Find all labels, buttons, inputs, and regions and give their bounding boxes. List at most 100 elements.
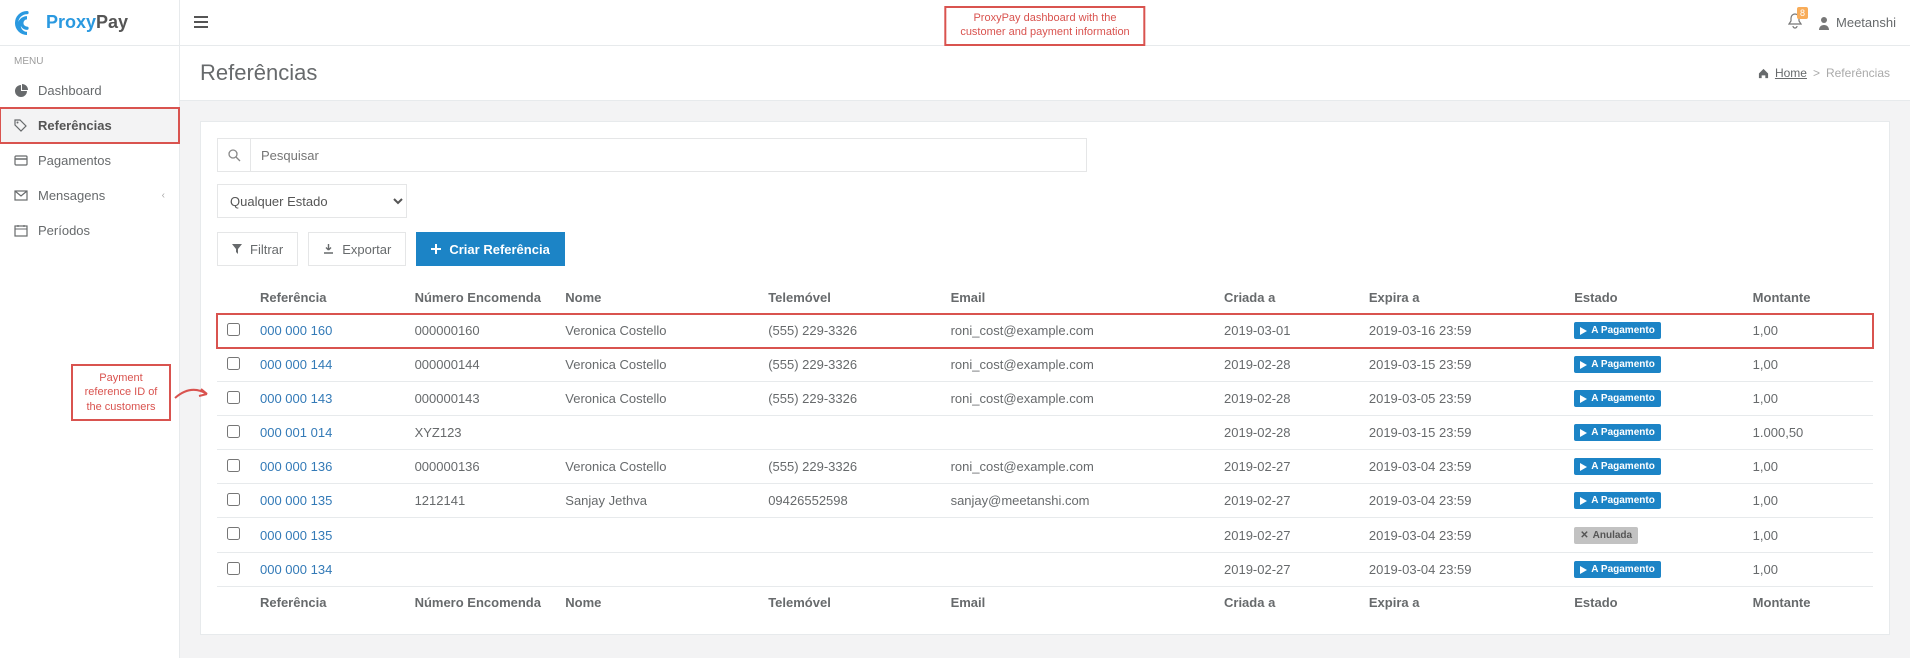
notifications-button[interactable]: 8 xyxy=(1788,13,1802,32)
export-button[interactable]: Exportar xyxy=(308,232,406,266)
cell-phone: 09426552598 xyxy=(758,484,940,518)
references-table: Referência Número Encomenda Nome Telemóv… xyxy=(217,282,1873,618)
cell-order xyxy=(405,518,556,553)
cell-phone xyxy=(758,518,940,553)
col-phone[interactable]: Telemóvel xyxy=(758,282,940,314)
cell-created: 2019-02-28 xyxy=(1214,416,1359,450)
content-panel: Payment reference ID of the customers xyxy=(200,121,1890,635)
cell-status: A Pagamento xyxy=(1564,484,1742,518)
sidebar-item-pagamentos[interactable]: Pagamentos xyxy=(0,143,179,178)
sidebar-item-dashboard[interactable]: Dashboard xyxy=(0,73,179,108)
cell-order: 000000160 xyxy=(405,314,556,348)
sidebar: ProxyPay MENU DashboardReferênciasPagame… xyxy=(0,0,180,658)
row-checkbox[interactable] xyxy=(227,459,240,472)
annotation-side: Payment reference ID of the customers xyxy=(71,364,171,421)
calendar-icon xyxy=(14,224,28,238)
sidebar-item-mensagens[interactable]: Mensagens‹ xyxy=(0,178,179,213)
state-filter-select[interactable]: Qualquer Estado xyxy=(217,184,407,218)
reference-link[interactable]: 000 000 143 xyxy=(260,391,332,406)
nav-list: DashboardReferências Pagamentos Mensagens‹… xyxy=(0,73,179,248)
reference-link[interactable]: 000 000 144 xyxy=(260,357,332,372)
col-created[interactable]: Criada a xyxy=(1214,282,1359,314)
cell-created: 2019-03-01 xyxy=(1214,314,1359,348)
status-badge[interactable]: ✕ Anulada xyxy=(1574,527,1638,544)
user-name: Meetanshi xyxy=(1836,15,1896,30)
cell-expires: 2019-03-04 23:59 xyxy=(1359,518,1564,553)
cell-status: A Pagamento xyxy=(1564,450,1742,484)
status-badge[interactable]: A Pagamento xyxy=(1574,390,1661,407)
status-badge[interactable]: A Pagamento xyxy=(1574,322,1661,339)
notifications-badge: 8 xyxy=(1797,7,1808,19)
row-checkbox[interactable] xyxy=(227,323,240,336)
cell-amount: 1,00 xyxy=(1743,518,1873,553)
create-reference-button[interactable]: Criar Referência xyxy=(416,232,564,266)
table-row: 000 001 014XYZ1232019-02-282019-03-15 23… xyxy=(217,416,1873,450)
cell-email: roni_cost@example.com xyxy=(941,314,1214,348)
sidebar-item-referencias[interactable]: Referências xyxy=(0,108,179,143)
reference-link[interactable]: 000 000 134 xyxy=(260,562,332,577)
cell-created: 2019-02-27 xyxy=(1214,484,1359,518)
reference-link[interactable]: 000 000 135 xyxy=(260,528,332,543)
sidebar-item-periodos[interactable]: Períodos xyxy=(0,213,179,248)
cell-created: 2019-02-28 xyxy=(1214,348,1359,382)
status-badge[interactable]: A Pagamento xyxy=(1574,424,1661,441)
brand-logo[interactable]: ProxyPay xyxy=(0,0,179,46)
search-input[interactable] xyxy=(251,138,1087,172)
reference-link[interactable]: 000 000 160 xyxy=(260,323,332,338)
play-icon xyxy=(1580,566,1587,574)
cell-created: 2019-02-27 xyxy=(1214,553,1359,587)
cell-phone: (555) 229-3326 xyxy=(758,450,940,484)
col-email[interactable]: Email xyxy=(941,282,1214,314)
table-row: 000 000 160000000160Veronica Costello(55… xyxy=(217,314,1873,348)
cell-amount: 1.000,50 xyxy=(1743,416,1873,450)
sidebar-item-label: Pagamentos xyxy=(38,153,111,168)
cell-order: 000000143 xyxy=(405,382,556,416)
table-row: 000 000 1352019-02-272019-03-04 23:59✕ A… xyxy=(217,518,1873,553)
row-checkbox[interactable] xyxy=(227,493,240,506)
row-checkbox[interactable] xyxy=(227,391,240,404)
reference-link[interactable]: 000 000 135 xyxy=(260,493,332,508)
col-status[interactable]: Estado xyxy=(1564,282,1742,314)
home-icon xyxy=(1758,68,1769,79)
status-badge[interactable]: A Pagamento xyxy=(1574,492,1661,509)
cell-phone: (555) 229-3326 xyxy=(758,348,940,382)
page-header: Referências Home > Referências xyxy=(180,46,1910,101)
col-amount[interactable]: Montante xyxy=(1743,282,1873,314)
card-icon xyxy=(14,154,28,168)
reference-link[interactable]: 000 000 136 xyxy=(260,459,332,474)
row-checkbox[interactable] xyxy=(227,357,240,370)
chevron-left-icon: ‹ xyxy=(162,190,165,201)
col-order[interactable]: Número Encomenda xyxy=(405,282,556,314)
cell-amount: 1,00 xyxy=(1743,382,1873,416)
hamburger-icon[interactable] xyxy=(194,15,208,31)
reference-link[interactable]: 000 001 014 xyxy=(260,425,332,440)
cell-email xyxy=(941,553,1214,587)
status-badge[interactable]: A Pagamento xyxy=(1574,356,1661,373)
filter-button[interactable]: Filtrar xyxy=(217,232,298,266)
cell-order: XYZ123 xyxy=(405,416,556,450)
cell-email xyxy=(941,518,1214,553)
breadcrumb-home[interactable]: Home xyxy=(1775,66,1807,80)
cell-email: roni_cost@example.com xyxy=(941,348,1214,382)
play-icon xyxy=(1580,327,1587,335)
cell-expires: 2019-03-04 23:59 xyxy=(1359,450,1564,484)
logo-text: ProxyPay xyxy=(46,12,128,33)
col-ref[interactable]: Referência xyxy=(250,282,405,314)
status-badge[interactable]: A Pagamento xyxy=(1574,561,1661,578)
col-expires[interactable]: Expira a xyxy=(1359,282,1564,314)
row-checkbox[interactable] xyxy=(227,527,240,540)
user-menu[interactable]: Meetanshi xyxy=(1818,15,1896,30)
col-name[interactable]: Nome xyxy=(555,282,758,314)
sidebar-item-label: Períodos xyxy=(38,223,90,238)
table-row: 000 000 134 2019-02-272019-03-04 23:59 A … xyxy=(217,553,1873,587)
table-row: 000 000 144000000144Veronica Costello(55… xyxy=(217,348,1873,382)
status-badge[interactable]: A Pagamento xyxy=(1574,458,1661,475)
tags-icon xyxy=(14,119,28,133)
cell-expires: 2019-03-04 23:59 xyxy=(1359,553,1564,587)
cell-expires: 2019-03-04 23:59 xyxy=(1359,484,1564,518)
row-checkbox[interactable] xyxy=(227,425,240,438)
play-icon xyxy=(1580,361,1587,369)
cell-phone: (555) 229-3326 xyxy=(758,314,940,348)
cell-expires: 2019-03-15 23:59 xyxy=(1359,348,1564,382)
row-checkbox[interactable] xyxy=(227,562,240,575)
